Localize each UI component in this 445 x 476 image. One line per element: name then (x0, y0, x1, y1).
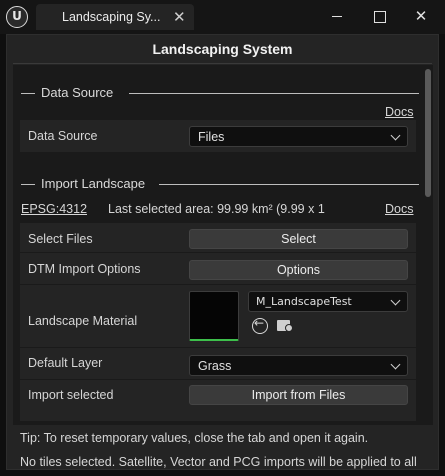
divider (129, 93, 419, 94)
combo-value: Files (198, 130, 225, 144)
panel-title: Landscaping System (152, 41, 293, 57)
select-files-button[interactable]: Select (189, 229, 408, 249)
row-label: Default Layer (28, 356, 103, 370)
divider (20, 347, 416, 348)
row-label: Data Source (28, 129, 98, 143)
landscape-material-row: M_LandscapeTest (20, 291, 416, 343)
title-bar: Landscaping Sy... ✕ ✕ (0, 0, 445, 34)
chevron-down-icon (390, 359, 401, 370)
docs-link-data-source[interactable]: Docs (385, 105, 413, 119)
section-header-import-landscape[interactable]: Import Landscape (13, 176, 423, 192)
dtm-options-button[interactable]: Options (189, 260, 408, 280)
tip-text: Tip: To reset temporary values, close th… (20, 431, 369, 445)
data-source-property-box: Data Source Files (19, 119, 417, 153)
divider (13, 63, 432, 64)
epsg-link[interactable]: EPSG:4312 (21, 202, 87, 216)
vertical-scrollbar[interactable] (423, 65, 433, 425)
divider (21, 184, 35, 185)
window-close-button[interactable]: ✕ (406, 5, 436, 27)
divider (159, 184, 419, 185)
minimize-button[interactable] (322, 5, 352, 27)
combo-value: M_LandscapeTest (256, 295, 352, 308)
default-layer-combo[interactable]: Grass (189, 355, 408, 376)
browse-asset-icon[interactable] (277, 318, 293, 332)
maximize-button[interactable] (364, 5, 394, 27)
docs-link-import[interactable]: Docs (385, 202, 413, 216)
material-asset-combo[interactable]: M_LandscapeTest (248, 291, 408, 312)
chevron-down-icon (390, 130, 401, 141)
section-header-data-source[interactable]: Data Source (13, 85, 423, 101)
use-selected-asset-icon[interactable] (252, 316, 268, 334)
divider (21, 93, 35, 94)
import-property-box: Select Files Select DTM Import Options O… (19, 222, 417, 422)
divider (20, 284, 416, 285)
unreal-logo-icon (6, 6, 28, 28)
selected-area-text: Last selected area: 99.99 km² (9.99 x 1 (108, 202, 325, 216)
row-label: Import selected (28, 388, 114, 402)
divider (20, 379, 416, 380)
row-label: DTM Import Options (28, 262, 141, 276)
tab-close-icon[interactable]: ✕ (173, 8, 186, 26)
combo-value: Grass (198, 359, 232, 373)
tab-landscaping-system[interactable]: Landscaping Sy... ✕ (36, 4, 194, 30)
material-thumbnail[interactable] (189, 291, 239, 341)
import-from-files-button[interactable]: Import from Files (189, 385, 408, 405)
details-scroll-area[interactable]: Data Source Docs Data Source Files Impor… (13, 65, 423, 425)
status-text: No tiles selected. Satellite, Vector and… (20, 455, 417, 469)
tab-label: Landscaping Sy... (62, 10, 161, 24)
data-source-combo[interactable]: Files (189, 126, 408, 147)
row-label: Select Files (28, 232, 93, 246)
section-title: Import Landscape (41, 176, 152, 191)
divider (20, 252, 416, 253)
landscaping-panel: Landscaping System Data Source Docs Data… (6, 34, 439, 470)
section-title: Data Source (41, 85, 120, 100)
scrollbar-thumb[interactable] (425, 69, 431, 197)
chevron-down-icon (390, 295, 401, 306)
